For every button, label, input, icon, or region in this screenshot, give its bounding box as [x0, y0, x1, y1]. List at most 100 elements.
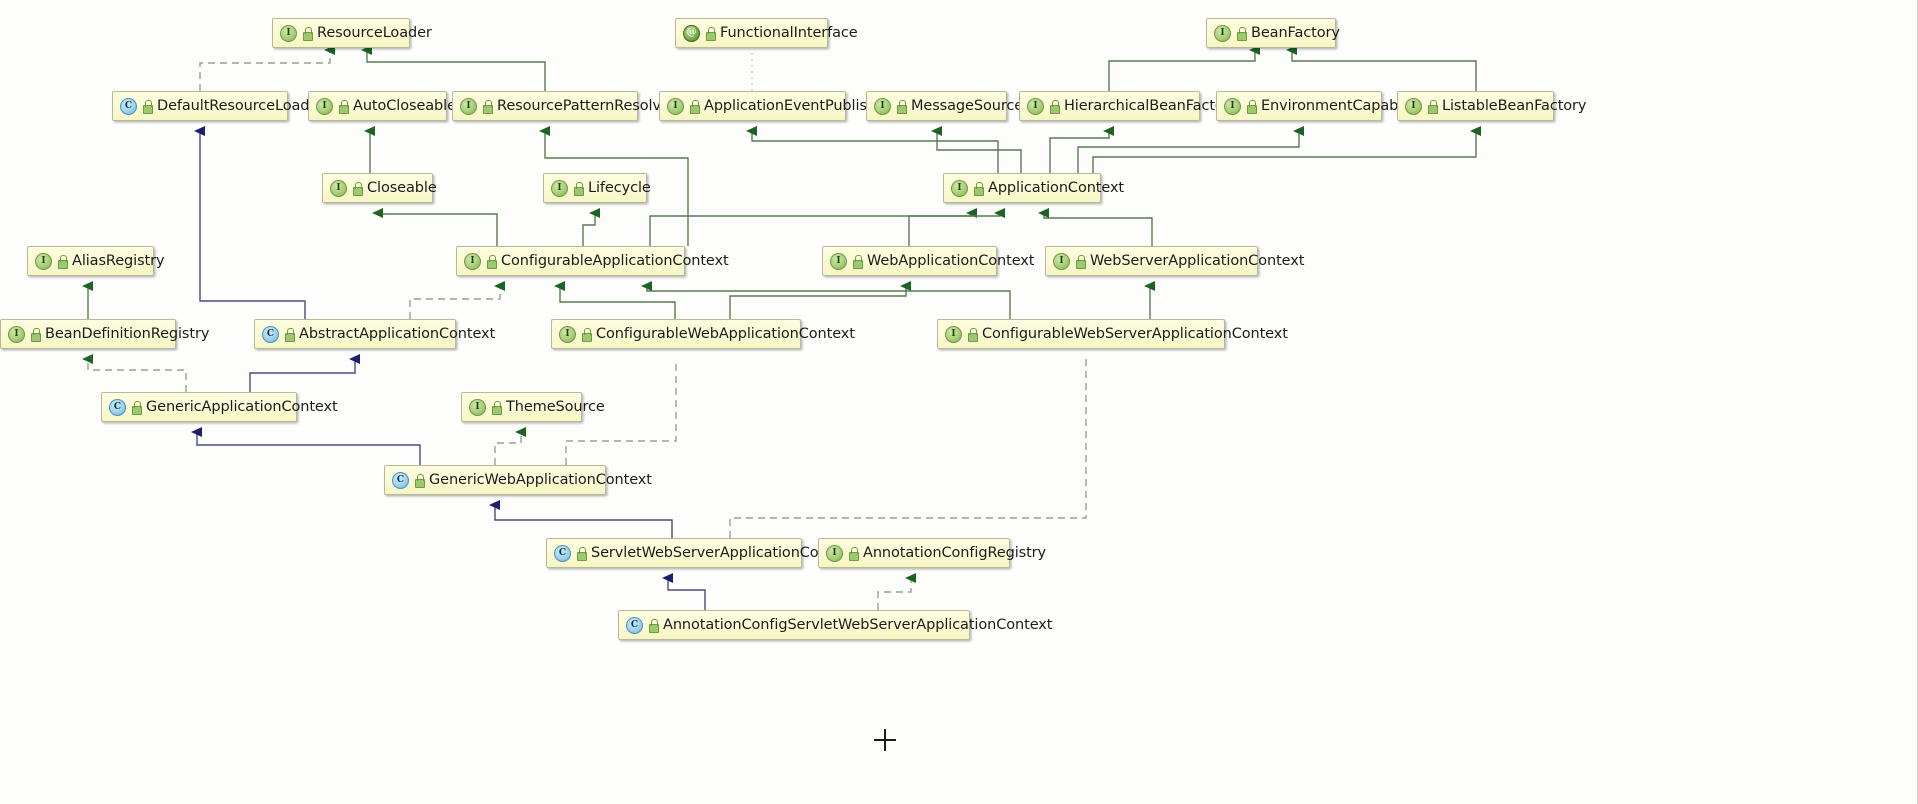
- visibility-icon: [486, 254, 497, 269]
- class-node-functionalinterface[interactable]: @ FunctionalInterface: [675, 18, 858, 48]
- interface-icon: I: [945, 325, 962, 343]
- node-label: ServletWebServerApplicationContext: [591, 544, 856, 561]
- node-label: FunctionalInterface: [720, 24, 858, 41]
- edge-resourcepatternresolver-resourceloader: [361, 44, 546, 91]
- class-icon: C: [262, 325, 279, 343]
- class-node-beanfactory[interactable]: I BeanFactory: [1206, 18, 1340, 48]
- edge-aac-defaultresourceloader: [194, 125, 306, 319]
- visibility-icon: [302, 26, 313, 41]
- diagram-canvas[interactable]: I ResourceLoader @ FunctionalInterface I…: [0, 0, 1918, 804]
- visibility-icon: [57, 254, 68, 269]
- interface-icon: I: [1053, 252, 1070, 270]
- class-node-defaultresourceloader[interactable]: C DefaultResourceLoader: [112, 91, 324, 121]
- edge-cwac-wac: [729, 280, 911, 319]
- node-label: ConfigurableApplicationContext: [501, 252, 729, 269]
- visibility-icon: [284, 327, 295, 342]
- class-node-servletwebserverapplicationcontext[interactable]: C ServletWebServerApplicationContext: [546, 538, 856, 568]
- interface-icon: I: [830, 252, 847, 270]
- interface-icon: I: [330, 179, 347, 197]
- node-label: AutoCloseable: [353, 97, 456, 114]
- visibility-icon: [30, 327, 41, 342]
- edge-acswsac-acr: [877, 572, 916, 610]
- class-node-configurablewebserverapplicationcontext[interactable]: I ConfigurableWebServerApplicationContex…: [937, 319, 1288, 349]
- class-node-themesource[interactable]: I ThemeSource: [461, 392, 605, 422]
- edge-wsac-applicationcontext: [1038, 207, 1153, 246]
- node-label: HierarchicalBeanFactory: [1064, 97, 1239, 114]
- class-node-configurablewebapplicationcontext[interactable]: I ConfigurableWebApplicationContext: [551, 319, 855, 349]
- class-node-closeable[interactable]: I Closeable: [322, 173, 437, 203]
- class-icon: C: [109, 398, 126, 416]
- class-node-aliasregistry[interactable]: I AliasRegistry: [27, 246, 165, 276]
- class-node-annotationconfigregistry[interactable]: I AnnotationConfigRegistry: [818, 538, 1046, 568]
- class-node-genericapplicationcontext[interactable]: C GenericApplicationContext: [101, 392, 338, 422]
- node-label: Lifecycle: [588, 179, 651, 196]
- class-node-autocloseable[interactable]: I AutoCloseable: [308, 91, 456, 121]
- interface-icon: I: [1405, 97, 1422, 115]
- class-node-beandefinitionregistry[interactable]: I BeanDefinitionRegistry: [0, 319, 209, 349]
- interface-icon: I: [460, 97, 477, 115]
- visibility-icon: [848, 546, 859, 561]
- node-label: WebServerApplicationContext: [1090, 252, 1305, 269]
- class-node-webapplicationcontext[interactable]: I WebApplicationContext: [822, 246, 1034, 276]
- visibility-icon: [131, 400, 142, 415]
- interface-icon: I: [464, 252, 481, 270]
- class-node-listablebeanfactory[interactable]: I ListableBeanFactory: [1397, 91, 1587, 121]
- node-label: DefaultResourceLoader: [157, 97, 325, 114]
- node-label: EnvironmentCapable: [1261, 97, 1412, 114]
- visibility-icon: [352, 181, 363, 196]
- visibility-icon: [648, 618, 659, 633]
- edge-ac-messagesource: [931, 125, 1022, 173]
- edge-aac-cac: [409, 280, 505, 319]
- class-node-applicationeventpublisher[interactable]: I ApplicationEventPublisher: [659, 91, 891, 121]
- edge-cac-lifecycle: [582, 207, 600, 246]
- node-label: BeanDefinitionRegistry: [45, 325, 210, 342]
- interface-icon: I: [951, 179, 968, 197]
- edge-swsac-gwac: [489, 499, 673, 538]
- node-label: AliasRegistry: [72, 252, 165, 269]
- class-node-hierarchicalbeanfactory[interactable]: I HierarchicalBeanFactory: [1019, 91, 1238, 121]
- class-icon: C: [554, 544, 571, 562]
- node-label: GenericApplicationContext: [146, 398, 338, 415]
- class-node-messagesource[interactable]: I MessageSource: [866, 91, 1023, 121]
- interface-icon: I: [1027, 97, 1044, 115]
- edge-ac-hierarchicalbeanfactory: [1049, 125, 1114, 173]
- class-node-resourceloader[interactable]: I ResourceLoader: [272, 18, 432, 48]
- class-node-annotationconfigservletwebserverapplicationcontext[interactable]: C AnnotationConfigServletWebServerApplic…: [618, 610, 1052, 640]
- interface-icon: I: [826, 544, 843, 562]
- class-node-configurableapplicationcontext[interactable]: I ConfigurableApplicationContext: [456, 246, 729, 276]
- edge-acswsac-swsac: [662, 572, 706, 610]
- edge-cwac-cac: [554, 280, 676, 319]
- interface-icon: I: [551, 179, 568, 197]
- visibility-icon: [338, 99, 349, 114]
- node-label: ConfigurableWebApplicationContext: [596, 325, 855, 342]
- node-label: ListableBeanFactory: [1442, 97, 1587, 114]
- class-node-environmentcapable[interactable]: I EnvironmentCapable: [1216, 91, 1411, 121]
- class-icon: C: [392, 471, 409, 489]
- visibility-icon: [896, 99, 907, 114]
- visibility-icon: [581, 327, 592, 342]
- class-node-resourcepatternresolver[interactable]: I ResourcePatternResolver: [452, 91, 676, 121]
- class-node-abstractapplicationcontext[interactable]: C AbstractApplicationContext: [254, 319, 495, 349]
- edge-ac-listablebeanfactory: [1092, 125, 1481, 173]
- visibility-icon: [689, 99, 700, 114]
- visibility-icon: [705, 26, 716, 41]
- edge-ac-applicationeventpublisher: [746, 125, 999, 173]
- node-label: ApplicationEventPublisher: [704, 97, 891, 114]
- node-label: ThemeSource: [506, 398, 605, 415]
- visibility-icon: [1236, 26, 1247, 41]
- class-icon: C: [626, 616, 643, 634]
- interface-icon: I: [667, 97, 684, 115]
- interface-icon: I: [8, 325, 25, 343]
- edge-hierarchicalbeanfactory-beanfactory: [1108, 44, 1260, 91]
- class-node-genericwebapplicationcontext[interactable]: C GenericWebApplicationContext: [384, 465, 652, 495]
- interface-icon: I: [559, 325, 576, 343]
- visibility-icon: [573, 181, 584, 196]
- node-label: MessageSource: [911, 97, 1024, 114]
- edge-gac-aac: [249, 353, 360, 392]
- class-node-lifecycle[interactable]: I Lifecycle: [543, 173, 651, 203]
- interface-icon: I: [1214, 24, 1231, 42]
- class-node-applicationcontext[interactable]: I ApplicationContext: [943, 173, 1124, 203]
- edge-swsac-cwsac: [729, 359, 1087, 538]
- visibility-icon: [482, 99, 493, 114]
- class-node-webserverapplicationcontext[interactable]: I WebServerApplicationContext: [1045, 246, 1304, 276]
